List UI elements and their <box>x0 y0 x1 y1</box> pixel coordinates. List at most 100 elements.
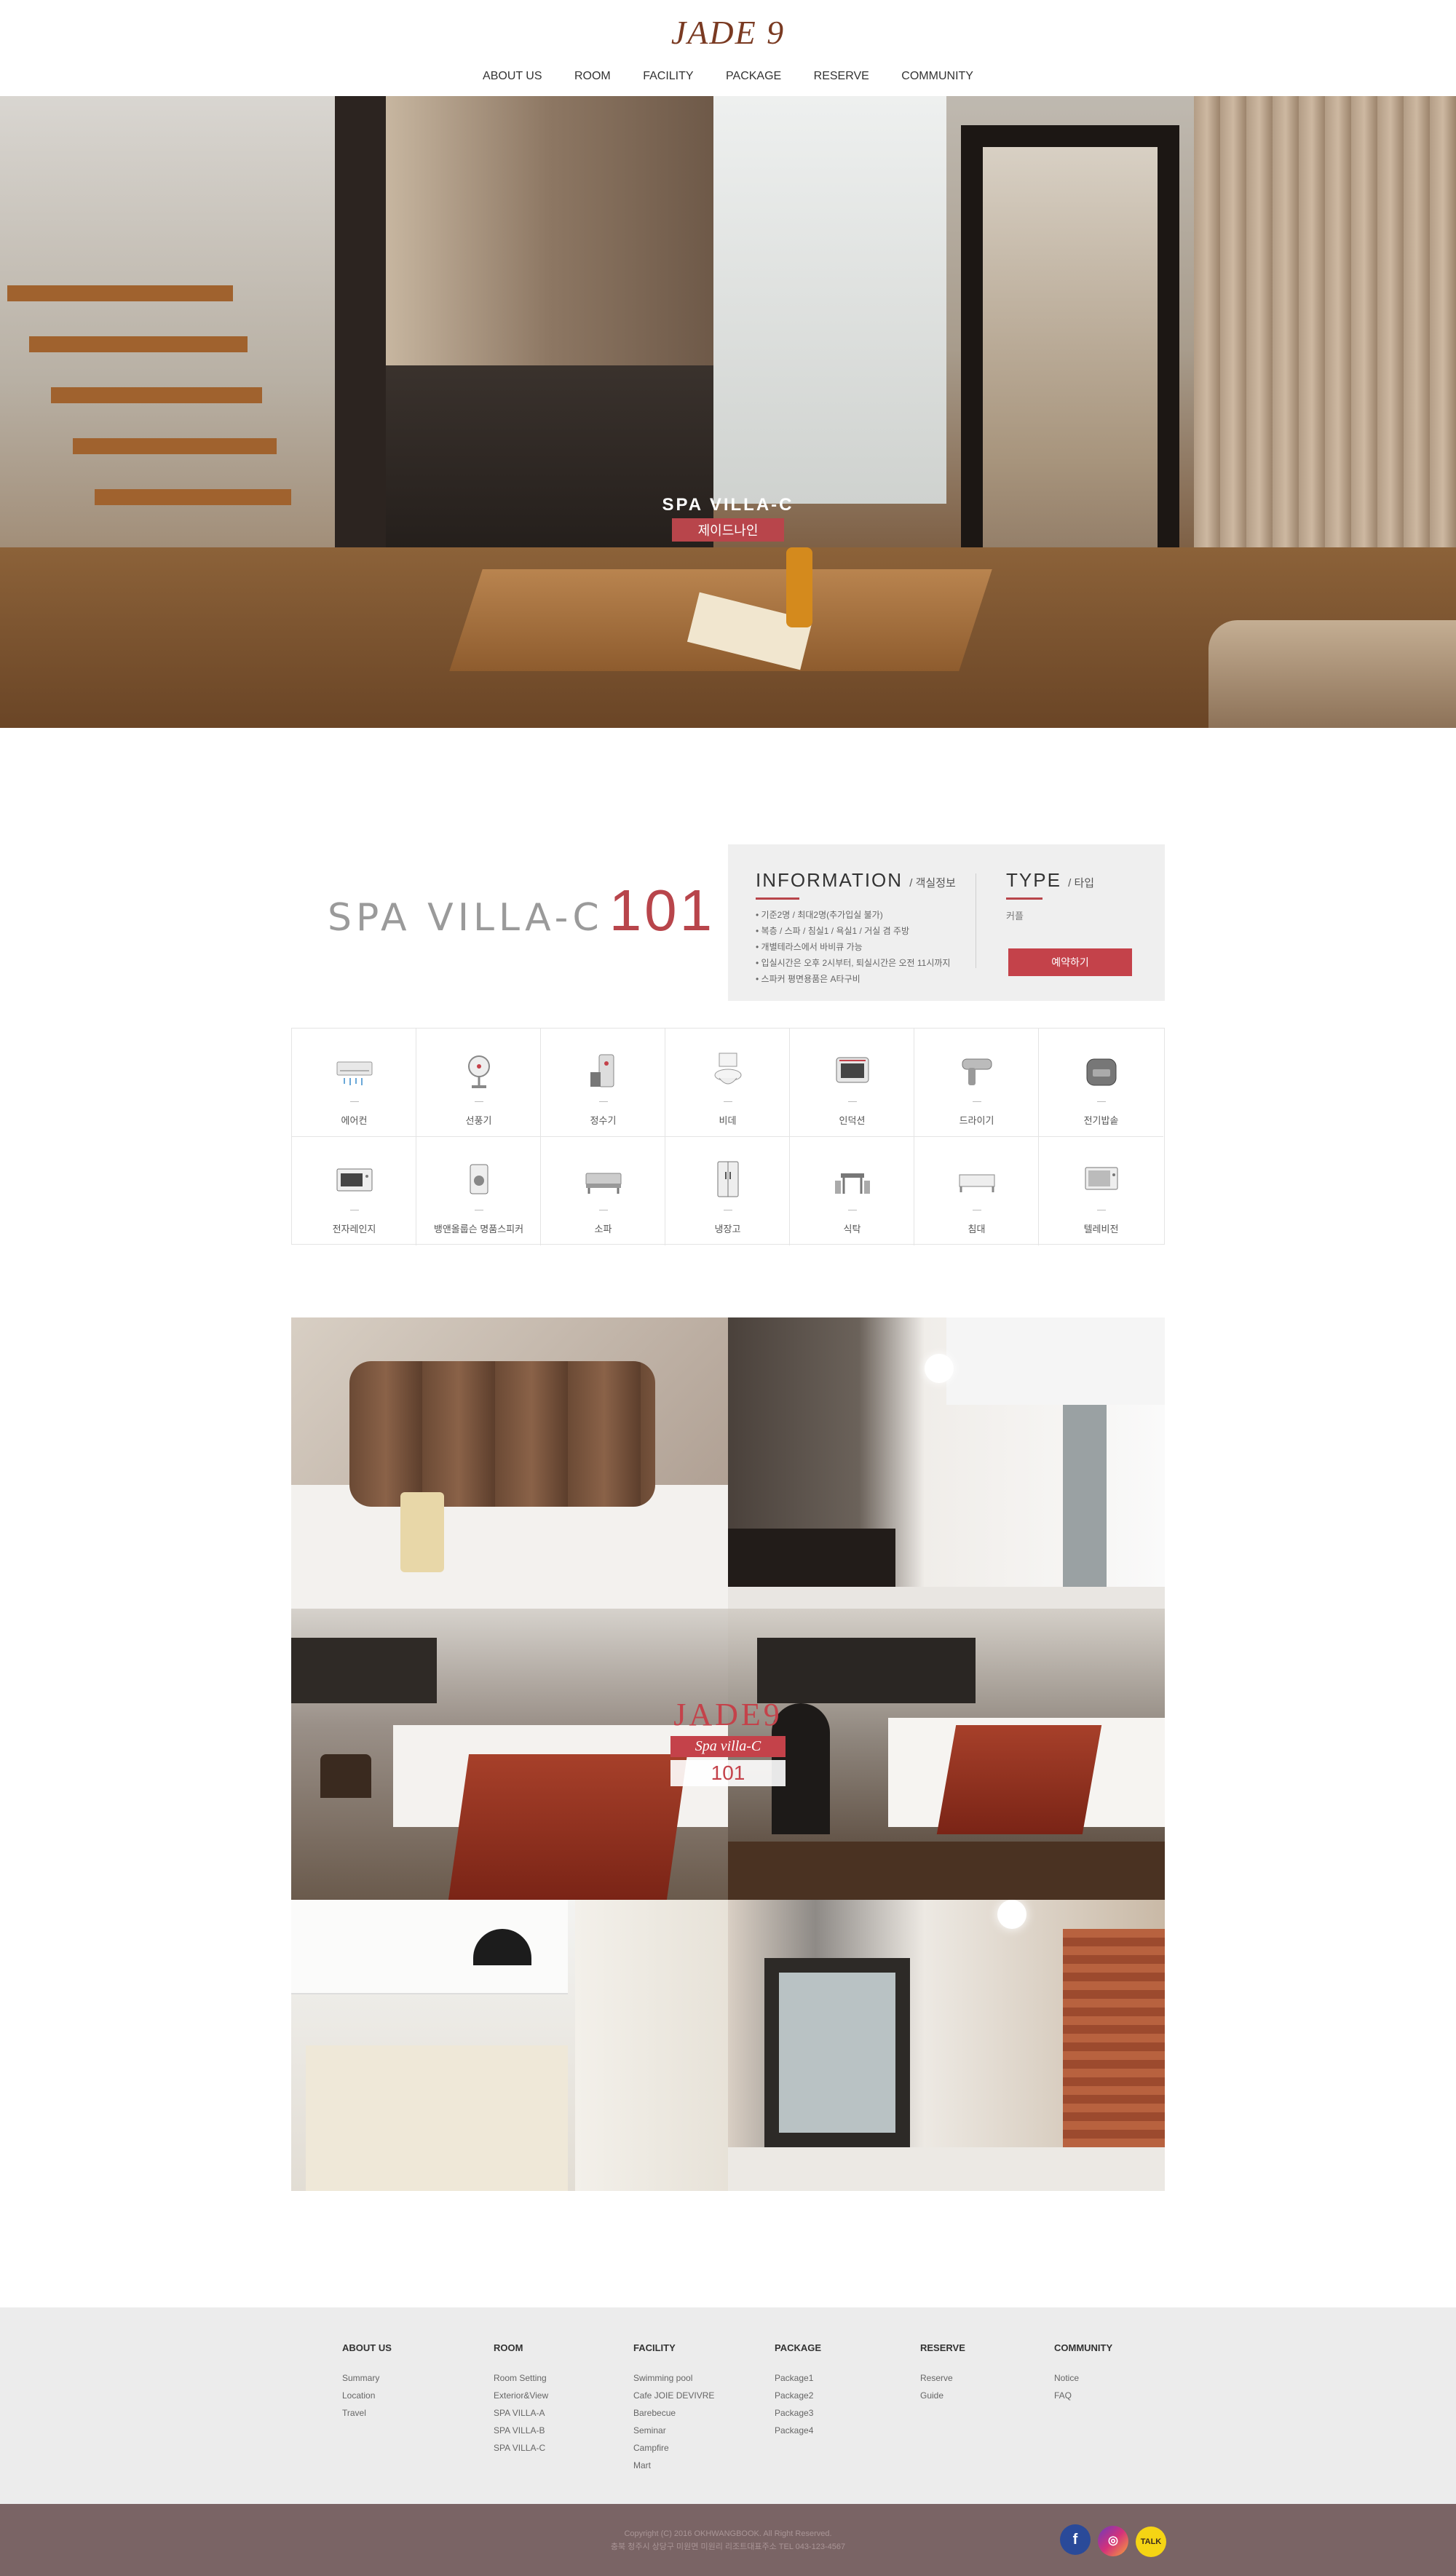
hero-armchair <box>1208 620 1456 728</box>
type-value: 커플 <box>1006 911 1024 922</box>
footer-link[interactable]: SPA VILLA-C <box>494 2439 548 2457</box>
hero-image: SPA VILLA-C 제이드나인 <box>0 96 1456 728</box>
divider <box>350 1101 359 1102</box>
nav-item-room[interactable]: ROOM <box>574 70 611 83</box>
photo-pendant-light <box>925 1354 954 1383</box>
divider <box>1097 1101 1106 1102</box>
footer-link[interactable]: Exterior&View <box>494 2387 548 2404</box>
amenity-item: 에어컨 <box>292 1029 416 1137</box>
footer-column-room: ROOM Room Setting Exterior&View SPA VILL… <box>494 2342 548 2457</box>
amenity-label: 정수기 <box>590 1115 617 1126</box>
water-purifier-icon <box>590 1054 614 1087</box>
list-item: • 개별테라스에서 바비큐 가능 <box>756 942 863 952</box>
amenity-label: 선풍기 <box>465 1115 492 1126</box>
amenity-label: 에어컨 <box>341 1115 368 1126</box>
information-title: INFORMATION <box>756 869 903 891</box>
fan-icon <box>468 1055 490 1088</box>
site-logo[interactable]: JADE 9 <box>0 13 1456 52</box>
amenity-item: 전자레인지 <box>292 1137 416 1245</box>
nav-item-about-us[interactable]: ABOUT US <box>483 70 542 83</box>
footer-link[interactable]: FAQ <box>1054 2387 1112 2404</box>
stair-step <box>51 387 262 403</box>
hair-dryer-icon <box>962 1058 992 1085</box>
type-heading: TYPE / 타입 <box>1006 869 1144 892</box>
photo-bed-runner <box>936 1725 1102 1834</box>
amenity-item: 드라이기 <box>914 1029 1039 1137</box>
footer-column-facility: FACILITY Swimming pool Cafe JOIE DEVIVRE… <box>633 2342 714 2474</box>
divider <box>848 1101 857 1102</box>
nav-item-reserve[interactable]: RESERVE <box>814 70 869 83</box>
microwave-icon <box>336 1168 373 1192</box>
footer-link[interactable]: Reserve <box>920 2369 965 2387</box>
amenity-item: 정수기 <box>541 1029 665 1137</box>
air-conditioner-icon <box>336 1061 373 1085</box>
stair-step <box>73 438 277 454</box>
amenity-item: 텔레비전 <box>1039 1137 1163 1245</box>
footer-column-title: COMMUNITY <box>1054 2342 1113 2353</box>
company-address: 충북 청주시 상당구 미원면 미원리 리조트대표주소 TEL 043-123-4… <box>610 2543 846 2551</box>
footer-link[interactable]: SPA VILLA-B <box>494 2422 548 2439</box>
amenity-label: 비데 <box>719 1115 737 1126</box>
list-item: • 입실시간은 오후 2시부터, 퇴실시간은 오전 11시까지 <box>756 958 951 968</box>
footer-link[interactable]: Barebecue <box>633 2404 714 2422</box>
photo-floor <box>728 2147 1165 2191</box>
nav-item-package[interactable]: PACKAGE <box>726 70 781 83</box>
reserve-button[interactable]: 예약하기 <box>1008 948 1132 976</box>
footer-link[interactable]: Mart <box>633 2457 714 2474</box>
television-icon <box>1085 1167 1118 1190</box>
nav-item-facility[interactable]: FACILITY <box>643 70 693 83</box>
amenity-item: 뱅앤올룹슨 명품스피커 <box>416 1137 541 1245</box>
footer-link[interactable]: Package3 <box>775 2404 821 2422</box>
kakaotalk-icon[interactable]: TALK <box>1136 2527 1166 2557</box>
amenity-item: 식탁 <box>790 1137 914 1245</box>
social-links: f ◎ TALK <box>1060 2524 1174 2557</box>
nav-item-community[interactable]: COMMUNITY <box>901 70 973 83</box>
stair-step <box>7 285 233 301</box>
room-number: 101 <box>609 878 716 943</box>
photo-lower-cabinets <box>306 2045 568 2191</box>
footer-link[interactable]: Seminar <box>633 2422 714 2439</box>
divider <box>475 1101 483 1102</box>
photo-glass-door <box>1063 1405 1107 1609</box>
footer-column-package: PACKAGE Package1 Package2 Package3 Packa… <box>775 2342 821 2439</box>
gallery-logo-number: 101 <box>670 1760 786 1786</box>
amenity-label: 인덕션 <box>839 1115 866 1126</box>
footer-link[interactable]: Swimming pool <box>633 2369 714 2387</box>
footer-link[interactable]: Guide <box>920 2387 965 2404</box>
footer-link[interactable]: Campfire <box>633 2439 714 2457</box>
footer-link[interactable]: Summary <box>342 2369 392 2387</box>
footer-link[interactable]: Package1 <box>775 2369 821 2387</box>
amenity-item: 소파 <box>541 1137 665 1245</box>
photo-window <box>291 1638 437 1703</box>
gallery-photo-living[interactable] <box>728 1900 1165 2191</box>
footer-link[interactable]: Notice <box>1054 2369 1112 2387</box>
rice-cooker-icon <box>1086 1058 1117 1086</box>
amenity-label: 소파 <box>594 1224 612 1235</box>
facebook-icon[interactable]: f <box>1060 2524 1091 2555</box>
instagram-icon[interactable]: ◎ <box>1098 2526 1128 2556</box>
gallery-photo-kitchen[interactable] <box>291 1900 728 2191</box>
copyright-text: Copyright (C) 2016 OKHWANGBOOK. All Righ… <box>624 2529 832 2538</box>
amenity-item: 침대 <box>914 1137 1039 1245</box>
hero-wall-frame <box>335 96 386 620</box>
footer-link[interactable]: Package2 <box>775 2387 821 2404</box>
footer-link[interactable]: Package4 <box>775 2422 821 2439</box>
footer-link[interactable]: Cafe JOIE DEVIVRE <box>633 2387 714 2404</box>
photo-pendant-light <box>997 1900 1026 1929</box>
footer-link[interactable]: SPA VILLA-A <box>494 2404 548 2422</box>
room-name: SPA VILLA-C <box>328 896 604 940</box>
footer-column-title: ROOM <box>494 2342 523 2353</box>
footer-column-about-us: ABOUT US Summary Location Travel <box>342 2342 392 2422</box>
footer-link[interactable]: Location <box>342 2387 392 2404</box>
footer-link[interactable]: Travel <box>342 2404 392 2422</box>
type-section: TYPE / 타입 커플 <box>1006 869 1144 922</box>
sofa-icon <box>585 1173 622 1194</box>
information-subtitle: / 객실정보 <box>909 877 956 889</box>
footer-link[interactable]: Room Setting <box>494 2369 548 2387</box>
gallery-photo-towels[interactable] <box>291 1317 728 1609</box>
divider <box>973 1101 981 1102</box>
speaker-icon <box>470 1164 488 1194</box>
photo-tall-cabinet <box>575 1900 728 2191</box>
gallery-photo-interior[interactable] <box>728 1317 1165 1609</box>
photo-window <box>757 1638 976 1703</box>
